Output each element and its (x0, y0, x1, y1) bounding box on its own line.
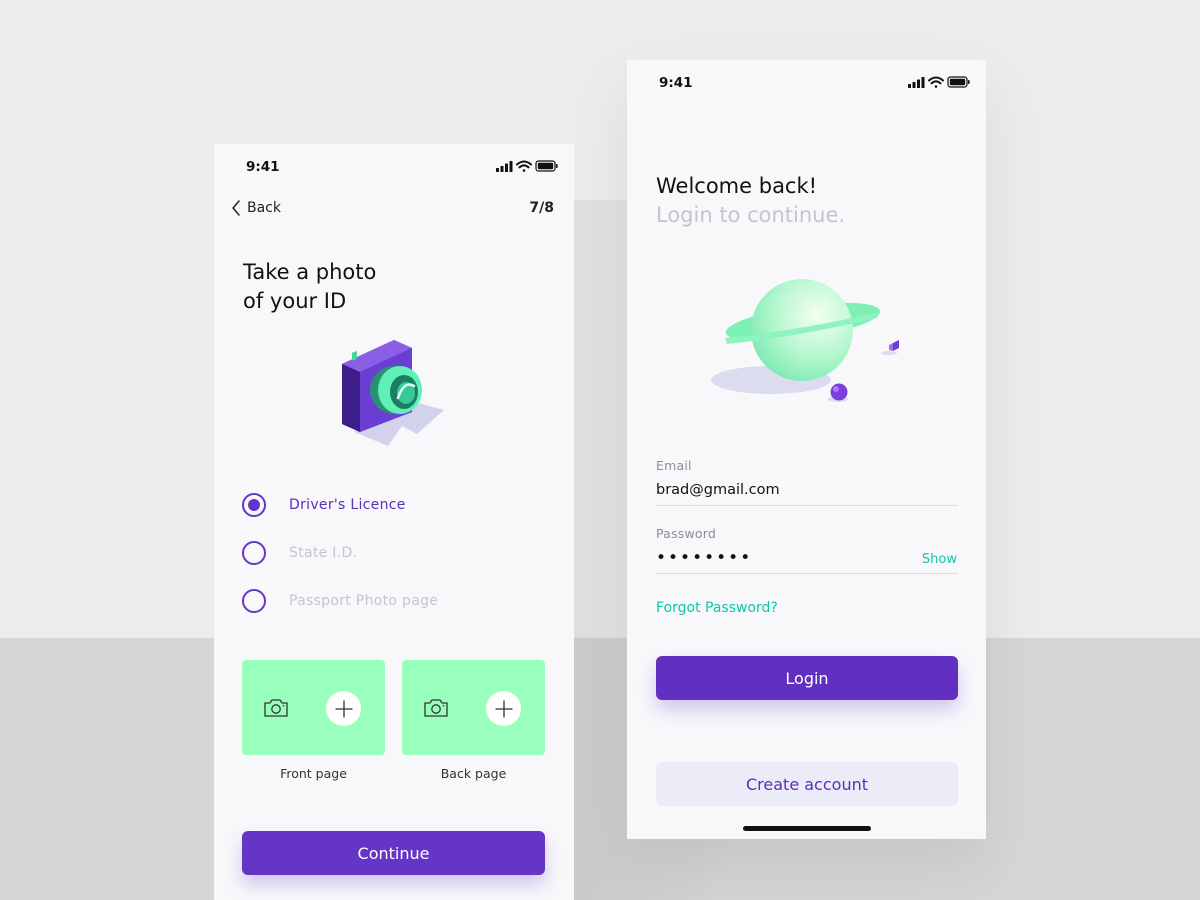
email-underline (656, 505, 958, 506)
password-field[interactable]: •••••••• (656, 548, 752, 568)
email-label: Email (656, 458, 692, 473)
camera-icon (264, 699, 288, 717)
email-field[interactable]: brad@gmail.com (656, 482, 780, 498)
battery-icon (535, 160, 558, 172)
add-photo-button[interactable] (326, 691, 361, 726)
status-time: 9:41 (659, 75, 693, 91)
wifi-icon (928, 76, 944, 88)
add-photo-button[interactable] (486, 691, 521, 726)
id-photo-screen: 9:41 Back 7/8 Take a photo of your ID Dr… (214, 144, 574, 900)
battery-icon (947, 76, 970, 88)
password-underline (656, 573, 958, 574)
plus-icon (494, 699, 513, 718)
option-label: Passport Photo page (289, 593, 439, 609)
status-icons (496, 160, 558, 172)
radio-unselected[interactable] (242, 589, 266, 613)
home-indicator (743, 826, 871, 831)
show-password-toggle[interactable]: Show (922, 552, 957, 567)
continue-button[interactable]: Continue (242, 831, 545, 875)
welcome-title: Welcome back! (656, 174, 818, 198)
forgot-password-link[interactable]: Forgot Password? (656, 600, 778, 616)
wifi-icon (516, 160, 532, 172)
page-title: Take a photo of your ID (243, 260, 377, 313)
signal-icon (496, 161, 513, 172)
password-label: Password (656, 526, 716, 541)
option-drivers-licence[interactable]: Driver's Licence (242, 492, 406, 518)
option-state-id[interactable]: State I.D. (242, 540, 357, 566)
welcome-subtitle: Login to continue. (656, 203, 846, 227)
radio-selected[interactable] (242, 493, 266, 517)
radio-unselected[interactable] (242, 541, 266, 565)
plus-icon (334, 699, 353, 718)
status-bar: 9:41 (214, 144, 574, 190)
back-page-caption: Back page (440, 766, 507, 781)
status-icons (908, 76, 970, 88)
option-label: State I.D. (289, 545, 358, 561)
signal-icon (908, 77, 925, 88)
create-account-button[interactable]: Create account (656, 762, 958, 806)
upload-front-card[interactable] (242, 660, 385, 755)
camera-illustration (342, 340, 444, 446)
back-label: Back (247, 200, 281, 216)
login-screen: 9:41 Welcome back! Login to continue. Em… (627, 60, 986, 839)
front-page-caption: Front page (280, 766, 347, 781)
status-bar: 9:41 (627, 60, 986, 106)
back-button[interactable]: Back (231, 198, 281, 218)
login-button[interactable]: Login (656, 656, 958, 700)
upload-back-card[interactable] (402, 660, 545, 755)
camera-icon (424, 699, 448, 717)
planet-illustration (711, 279, 899, 402)
status-time: 9:41 (246, 159, 280, 175)
chevron-left-icon (232, 200, 240, 216)
option-passport[interactable]: Passport Photo page (242, 588, 438, 614)
step-counter: 7/8 (529, 200, 554, 216)
option-label: Driver's Licence (289, 497, 406, 513)
